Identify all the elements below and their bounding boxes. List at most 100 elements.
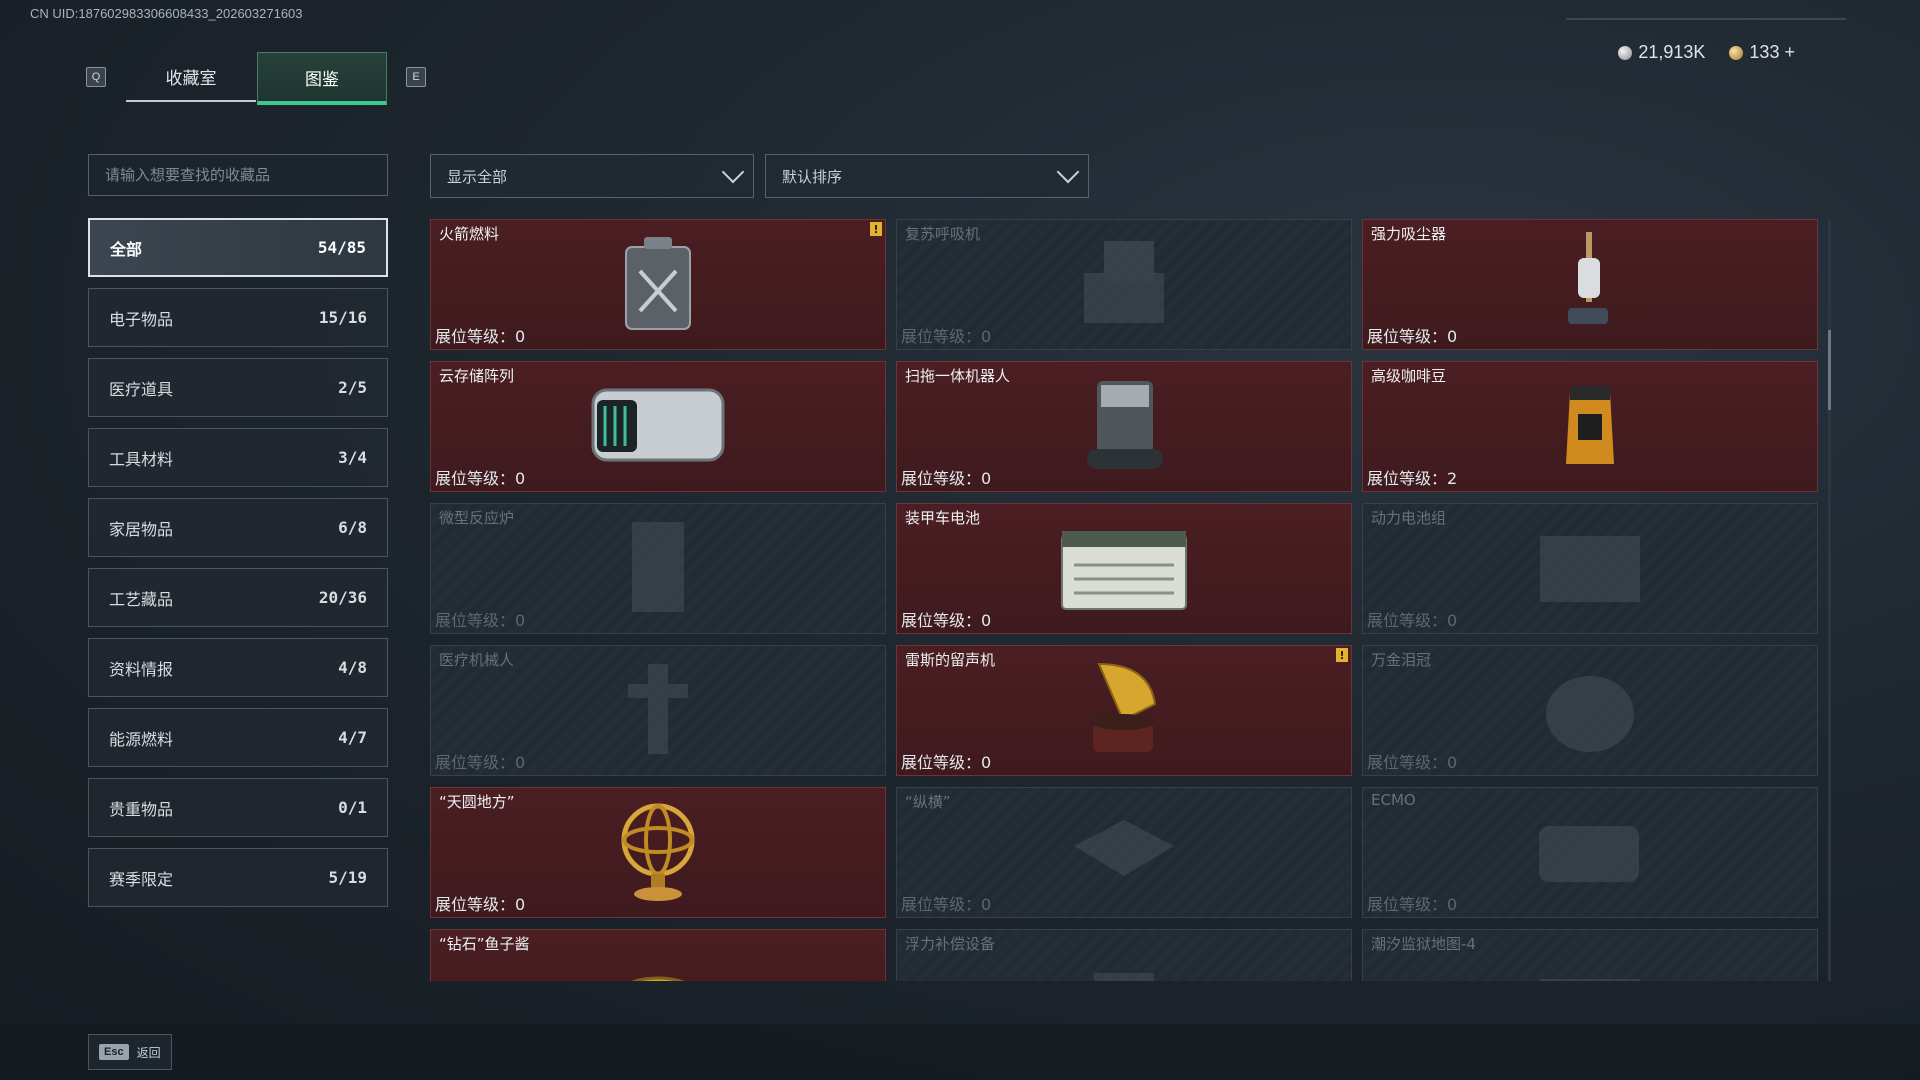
currency-bar: 21,913K 133 + <box>1618 42 1795 63</box>
display-level: 展位等级：0 <box>435 607 525 631</box>
search-input[interactable] <box>88 154 388 196</box>
display-level: 展位等级：0 <box>1367 607 1457 631</box>
bottom-bar <box>0 1024 1920 1080</box>
collection-card[interactable]: 微型反应炉展位等级：0 <box>430 503 886 634</box>
display-level-value: 0 <box>515 327 526 346</box>
category-label: 贵重物品 <box>109 799 174 819</box>
display-level: 展位等级：2 <box>1367 465 1457 489</box>
category-item[interactable]: 家居物品 6/8 <box>88 498 388 557</box>
display-level-value: 2 <box>1447 469 1458 488</box>
display-level-label: 展位等级： <box>1367 327 1448 346</box>
category-label: 能源燃料 <box>109 729 174 749</box>
card-title: 高级咖啡豆 <box>1371 367 1447 385</box>
category-item[interactable]: 医疗道具 2/5 <box>88 358 388 417</box>
tab-collection-room[interactable]: 收藏室 <box>126 52 256 102</box>
back-button[interactable]: Esc 返回 <box>88 1034 172 1070</box>
add-currency-button[interactable]: + <box>1784 42 1795 62</box>
collection-card[interactable]: 强力吸尘器 展位等级：0 <box>1362 219 1818 350</box>
filter-dropdown-label: 显示全部 <box>447 167 508 186</box>
display-level-label: 展位等级： <box>1367 895 1448 914</box>
tab-codex[interactable]: 图鉴 <box>257 52 387 105</box>
category-count: 5/19 <box>328 868 367 887</box>
coffee-bag-icon <box>1560 380 1620 474</box>
category-item[interactable]: 工具材料 3/4 <box>88 428 388 487</box>
category-count: 54/85 <box>317 238 366 257</box>
display-level: 展位等级：0 <box>435 749 525 773</box>
display-level-label: 展位等级： <box>435 895 516 914</box>
filter-dropdown[interactable]: 显示全部 <box>430 154 754 198</box>
ecmo-icon <box>1525 806 1655 900</box>
category-item[interactable]: 工艺藏品 20/36 <box>88 568 388 627</box>
collection-card[interactable]: 复苏呼吸机 展位等级：0 <box>896 219 1352 350</box>
category-list: 全部 54/85 电子物品 15/16 医疗道具 2/5 工具材料 3/4 家居物品 6/8 工艺藏… <box>88 218 388 918</box>
collection-card[interactable]: 扫拖一体机器人展位等级：0 <box>896 361 1352 492</box>
display-level-value: 0 <box>1447 327 1458 346</box>
category-label: 全部 <box>110 239 143 259</box>
collection-card[interactable]: 万金泪冠 展位等级：0 <box>1362 645 1818 776</box>
collection-card[interactable]: “钻石”鱼子酱展位等级：0 <box>430 929 886 981</box>
collection-card[interactable]: “天圆地方” 展位等级：0 <box>430 787 886 918</box>
mop-robot-icon <box>1079 375 1169 479</box>
scrollbar-thumb[interactable] <box>1828 330 1831 410</box>
card-title: 微型反应炉 <box>439 509 515 527</box>
category-label: 医疗道具 <box>109 379 174 399</box>
category-item[interactable]: 赛季限定 5/19 <box>88 848 388 907</box>
category-label: 赛季限定 <box>109 869 174 889</box>
card-title: 动力电池组 <box>1371 509 1447 527</box>
category-item[interactable]: 全部 54/85 <box>88 218 388 277</box>
category-label: 工具材料 <box>109 449 174 469</box>
category-item[interactable]: 能源燃料 4/7 <box>88 708 388 767</box>
collection-card[interactable]: 装甲车电池 展位等级：0 <box>896 503 1352 634</box>
card-title: 火箭燃料 <box>439 225 500 243</box>
collection-card[interactable]: 雷斯的留声机 展位等级：0! <box>896 645 1352 776</box>
display-level: 展位等级：0 <box>435 891 525 915</box>
card-title: 雷斯的留声机 <box>905 651 996 669</box>
sort-dropdown[interactable]: 默认排序 <box>765 154 1089 198</box>
collection-card[interactable]: ECMO 展位等级：0 <box>1362 787 1818 918</box>
gold-currency[interactable]: 133 + <box>1729 42 1795 63</box>
fuel-can-icon <box>618 233 698 337</box>
category-count: 0/1 <box>338 798 367 817</box>
chevron-down-icon <box>721 160 745 184</box>
collection-card[interactable]: 医疗机械人 展位等级：0 <box>430 645 886 776</box>
category-item[interactable]: 贵重物品 0/1 <box>88 778 388 837</box>
ventilator-icon <box>1064 233 1184 337</box>
category-item[interactable]: 资料情报 4/8 <box>88 638 388 697</box>
display-level-value: 0 <box>981 469 992 488</box>
collection-card[interactable]: “纵横” 展位等级：0 <box>896 787 1352 918</box>
collection-card[interactable]: 高级咖啡豆展位等级：2 <box>1362 361 1818 492</box>
display-level-label: 展位等级： <box>1367 753 1448 772</box>
display-level-value: 0 <box>1447 753 1458 772</box>
map-icon <box>1520 963 1660 981</box>
display-level-value: 0 <box>515 469 526 488</box>
collection-card[interactable]: 潮汐监狱地图-4展位等级：0 <box>1362 929 1818 981</box>
gold-coin-icon <box>1729 46 1744 61</box>
display-level-value: 0 <box>1447 895 1458 914</box>
display-level-value: 0 <box>981 611 992 630</box>
category-count: 15/16 <box>318 308 367 327</box>
display-level: 展位等级：0 <box>1367 749 1457 773</box>
category-count: 2/5 <box>338 378 367 397</box>
category-item[interactable]: 电子物品 15/16 <box>88 288 388 347</box>
crown-icon <box>1535 659 1645 763</box>
collection-grid: 火箭燃料 展位等级：0! 复苏呼吸机 展位等级：0 强力吸尘器 展位等级：0 云存储阵列 展位… <box>430 219 1818 981</box>
collection-card[interactable]: 动力电池组展位等级：0 <box>1362 503 1818 634</box>
display-level: 展位等级：0 <box>1367 323 1457 347</box>
armillary-icon <box>613 796 703 910</box>
collection-card[interactable]: 云存储阵列 展位等级：0 <box>430 361 886 492</box>
gramophone-icon <box>1079 654 1169 768</box>
display-level: 展位等级：0 <box>901 465 991 489</box>
bcd-icon <box>1084 963 1164 981</box>
display-level-label: 展位等级： <box>901 753 982 772</box>
display-level: 展位等级：0 <box>435 323 525 347</box>
caviar-tin-icon <box>613 968 703 981</box>
card-title: 扫拖一体机器人 <box>905 367 1011 385</box>
card-title: “钻石”鱼子酱 <box>439 935 530 953</box>
e-key-hint: E <box>406 67 426 87</box>
category-label: 工艺藏品 <box>109 589 174 609</box>
card-title: 云存储阵列 <box>439 367 515 385</box>
collection-card[interactable]: 火箭燃料 展位等级：0! <box>430 219 886 350</box>
collection-card[interactable]: 浮力补偿设备展位等级：0 <box>896 929 1352 981</box>
card-title: “纵横” <box>905 793 951 811</box>
display-level-label: 展位等级： <box>901 611 982 630</box>
